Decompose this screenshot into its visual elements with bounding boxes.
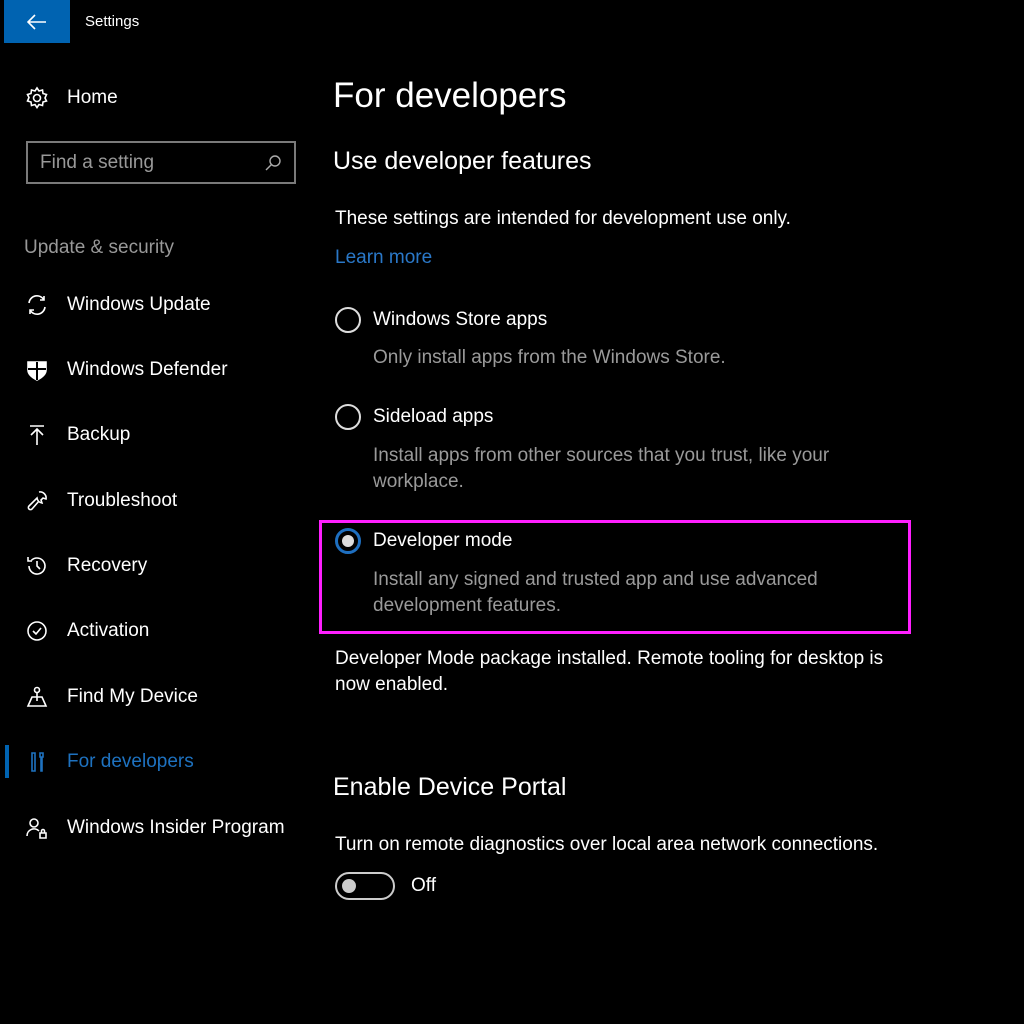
radio-circle[interactable] bbox=[335, 404, 361, 430]
back-button[interactable] bbox=[4, 0, 70, 43]
search-icon bbox=[265, 154, 281, 170]
search-input[interactable]: Find a setting bbox=[26, 141, 296, 184]
search-placeholder: Find a setting bbox=[40, 151, 155, 173]
section-title-developer-features: Use developer features bbox=[333, 147, 592, 175]
sidebar-item-windows-update[interactable]: Windows Update bbox=[24, 290, 211, 320]
developer-tools-icon bbox=[24, 749, 50, 775]
sidebar-item-label: For developers bbox=[67, 751, 194, 772]
toggle-state-label: Off bbox=[411, 875, 436, 896]
sidebar-item-label: Recovery bbox=[67, 555, 148, 576]
section-heading: Update & security bbox=[24, 237, 174, 258]
radio-circle[interactable] bbox=[335, 307, 361, 333]
sidebar-home[interactable]: Home bbox=[24, 83, 118, 113]
option-description: Install apps from other sources that you… bbox=[373, 445, 830, 466]
radio-developer-mode[interactable]: Developer mode bbox=[335, 528, 512, 554]
radio-label: Developer mode bbox=[373, 530, 513, 551]
check-circle-icon bbox=[24, 618, 50, 644]
sidebar-item-label: Windows Defender bbox=[67, 359, 228, 380]
sidebar-item-backup[interactable]: Backup bbox=[24, 420, 130, 450]
radio-label: Sideload apps bbox=[373, 406, 494, 427]
sidebar-item-label: Windows Update bbox=[67, 294, 211, 315]
active-indicator bbox=[5, 745, 9, 778]
sidebar-item-recovery[interactable]: Recovery bbox=[24, 551, 147, 581]
status-text: Developer Mode package installed. Remote… bbox=[335, 648, 884, 669]
option-description: Only install apps from the Windows Store… bbox=[373, 347, 726, 368]
history-icon bbox=[24, 553, 50, 579]
app-title: Settings bbox=[85, 13, 140, 30]
sidebar-item-for-developers[interactable]: For developers bbox=[24, 747, 194, 777]
sync-icon bbox=[24, 292, 50, 318]
home-label: Home bbox=[67, 87, 118, 108]
sidebar-item-activation[interactable]: Activation bbox=[24, 616, 149, 646]
sidebar-item-windows-defender[interactable]: Windows Defender bbox=[24, 355, 228, 385]
gear-icon bbox=[24, 85, 50, 111]
option-description: workplace. bbox=[373, 471, 464, 492]
device-portal-toggle[interactable] bbox=[335, 872, 395, 900]
insider-icon bbox=[24, 815, 50, 841]
radio-label: Windows Store apps bbox=[373, 309, 548, 330]
sidebar-item-label: Troubleshoot bbox=[67, 490, 178, 511]
upload-icon bbox=[24, 422, 50, 448]
radio-windows-store-apps[interactable]: Windows Store apps bbox=[335, 307, 547, 333]
learn-more-link[interactable]: Learn more bbox=[335, 247, 432, 269]
sidebar-item-find-my-device[interactable]: Find My Device bbox=[24, 682, 198, 712]
sidebar-item-label: Backup bbox=[67, 424, 131, 445]
page-title: For developers bbox=[333, 76, 567, 115]
location-icon bbox=[24, 684, 50, 710]
status-text: now enabled. bbox=[335, 674, 449, 695]
portal-description: Turn on remote diagnostics over local ar… bbox=[335, 834, 879, 855]
sidebar-item-label: Windows Insider Program bbox=[67, 817, 285, 838]
radio-sideload-apps[interactable]: Sideload apps bbox=[335, 404, 493, 430]
intro-text: These settings are intended for developm… bbox=[335, 208, 791, 229]
back-arrow-icon bbox=[27, 13, 46, 30]
sidebar-item-troubleshoot[interactable]: Troubleshoot bbox=[24, 486, 177, 516]
wrench-icon bbox=[24, 488, 50, 514]
radio-circle-selected[interactable] bbox=[335, 528, 361, 554]
shield-icon bbox=[24, 357, 50, 383]
sidebar-item-label: Find My Device bbox=[67, 686, 198, 707]
section-title-device-portal: Enable Device Portal bbox=[333, 773, 567, 801]
option-description: Install any signed and trusted app and u… bbox=[373, 569, 818, 590]
sidebar-item-label: Activation bbox=[67, 620, 150, 641]
sidebar-item-windows-insider[interactable]: Windows Insider Program bbox=[24, 813, 285, 843]
option-description: development features. bbox=[373, 595, 562, 616]
